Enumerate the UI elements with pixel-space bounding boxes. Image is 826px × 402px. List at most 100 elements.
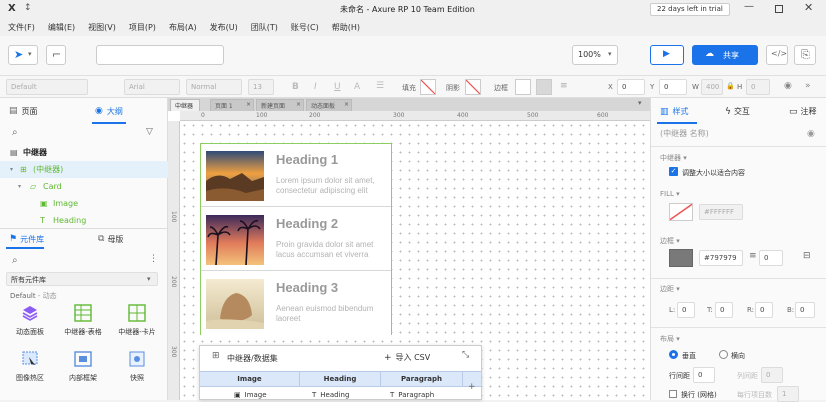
bold-icon[interactable]: B [292,82,299,92]
collapse-icon[interactable]: ⤡ [462,351,469,360]
column-header[interactable]: Heading [300,371,381,387]
column-header[interactable]: Image [200,371,300,387]
widget-dynamic-panel[interactable]: 动态面板 [8,304,52,340]
col-spacing-input[interactable]: 0 [761,367,783,383]
menu-publish[interactable]: 发布(U) [210,22,238,33]
font-size-select[interactable]: 13 [248,79,274,95]
layout-section-heading[interactable]: 布局 ▾ [660,334,680,344]
tab-outline[interactable]: ◉ 大纲 [95,106,123,117]
menu-file[interactable]: 文件(F) [8,22,35,33]
close-tab-icon[interactable]: × [246,101,251,108]
toggle-icon[interactable]: ↕ [24,3,32,13]
widget-repeater-table[interactable]: 中继器-表格 [60,304,106,340]
padding-left-input[interactable]: 0 [677,302,695,318]
tab-style[interactable]: ▥ 样式 [660,106,689,117]
tab-list-chevron-icon[interactable]: ▾ [638,100,642,107]
widget-inline-frame[interactable]: 内部框架 [60,350,106,390]
border-color-swatch[interactable] [515,79,531,95]
eye-icon[interactable]: ◉ [807,130,815,139]
code-button[interactable]: </> [766,45,788,65]
outline-tree-item[interactable]: ▾ ⊞ (中继器) [0,161,168,178]
expand-caret-icon[interactable]: ▾ [10,161,13,178]
padding-right-input[interactable]: 0 [755,302,773,318]
library-select[interactable]: 所有元件库 ▾ [6,272,158,286]
more-options-icon[interactable]: ⋮ [149,255,158,264]
tab-new-page[interactable]: 新建页面 × [256,99,304,111]
expand-caret-icon[interactable]: ▾ [18,178,21,195]
row-spacing-input[interactable]: 0 [693,367,715,383]
close-tab-icon[interactable]: × [344,101,349,108]
text-color-icon[interactable]: A [354,82,360,92]
w-input[interactable]: 400 [701,79,723,95]
font-select[interactable]: Arial [124,79,180,95]
fill-color-swatch[interactable] [669,203,693,221]
connector-tool-button[interactable]: ⌐ [46,45,66,65]
menu-account[interactable]: 账号(C) [291,22,319,33]
h-input[interactable]: 0 [746,79,770,95]
menu-arrange[interactable]: 布局(A) [169,22,197,33]
widget-name-input[interactable]: (中继器 名称) [660,128,800,142]
visibility-icon[interactable]: ◉ [784,81,792,91]
preview-button[interactable]: ▶ [650,45,684,65]
style-select[interactable]: Default [6,79,88,95]
padding-section-heading[interactable]: 边距 ▾ [660,284,680,294]
border-color-swatch[interactable] [669,249,693,267]
repeater-section-heading[interactable]: 中继器 ▾ [660,153,687,163]
horizontal-radio[interactable] [719,350,728,359]
minimize-button[interactable]: — [744,1,754,12]
padding-top-input[interactable]: 0 [715,302,733,318]
search-icon[interactable]: ⌕ [12,128,18,138]
vertical-radio[interactable] [669,350,678,359]
weight-select[interactable]: Normal [186,79,242,95]
fit-content-checkbox[interactable]: ✓ [669,167,678,176]
padding-bottom-input[interactable]: 0 [795,302,815,318]
search-icon[interactable]: ⌕ [12,256,18,266]
share-button[interactable]: ☁ 共享 [692,45,758,65]
outline-tree-item[interactable]: ▤ 中继器 [0,144,168,161]
widget-snapshot[interactable]: 快照 [114,350,160,390]
more-icon[interactable]: » [805,81,811,91]
wrap-checkbox[interactable] [669,390,677,398]
maximize-button[interactable] [775,5,783,13]
filter-icon[interactable]: ▽ [146,128,153,137]
menu-project[interactable]: 项目(P) [129,22,156,33]
border-style-swatch[interactable] [536,79,552,95]
publish-button[interactable]: ⎘ [794,45,816,65]
dataset-cell[interactable]: T Heading [312,391,349,399]
dataset-cell[interactable]: ▣ Image [234,391,267,399]
tab-dynamic-panel[interactable]: 动态面板 × [306,99,352,111]
fill-swatch[interactable] [420,79,436,95]
lock-ratio-icon[interactable]: 🔒 [726,82,735,90]
border-style-icon[interactable]: ⊟ [803,252,811,261]
widget-repeater-card[interactable]: 中继器-卡片 [114,304,160,340]
menu-view[interactable]: 视图(V) [88,22,116,33]
import-csv-button[interactable]: + 导入 CSV [384,352,430,363]
pointer-tool-button[interactable]: ➤ ▾ [8,45,38,65]
line-style-icon[interactable]: ≡ [560,81,568,91]
repeater-card[interactable]: Heading 3 Aenean euismod bibendum laoree… [201,272,391,335]
menu-edit[interactable]: 编辑(E) [48,22,75,33]
repeater-card[interactable]: Heading 2 Proin gravida dolor sit amet l… [201,208,391,271]
border-width-input[interactable]: 0 [759,250,783,266]
zoom-select[interactable]: 100% ▾ [572,45,618,65]
outline-tree-item[interactable]: ▾ ▱ Card [0,178,168,195]
x-input[interactable]: 0 [617,79,645,95]
border-color-input[interactable]: #797979 [699,250,743,266]
outline-tree-item[interactable]: ▣ Image [0,195,168,212]
tab-interactions[interactable]: ϟ 交互 [725,106,750,117]
underline-icon[interactable]: U [334,82,341,92]
tab-notes[interactable]: ▭ 注释 [789,106,817,117]
close-tab-icon[interactable]: × [296,101,301,108]
widget-hotspot[interactable]: 图像热区 [8,350,52,390]
dataset-cell[interactable]: T Paragraph [390,391,434,399]
add-column-icon[interactable]: + [468,383,476,392]
list-icon[interactable]: ☰ [376,81,384,91]
menu-team[interactable]: 团队(T) [251,22,278,33]
fill-color-input[interactable]: #FFFFFF [699,204,743,220]
repeater-card[interactable]: Heading 1 Lorem ipsum dolor sit amet, co… [201,144,391,207]
tab-masters[interactable]: ⧉ 母版 [98,234,123,245]
close-window-button[interactable]: ✕ [804,1,813,14]
italic-icon[interactable]: I [314,82,317,92]
menu-help[interactable]: 帮助(H) [332,22,360,33]
tab-repeater-page[interactable]: 中继器 [170,99,200,111]
